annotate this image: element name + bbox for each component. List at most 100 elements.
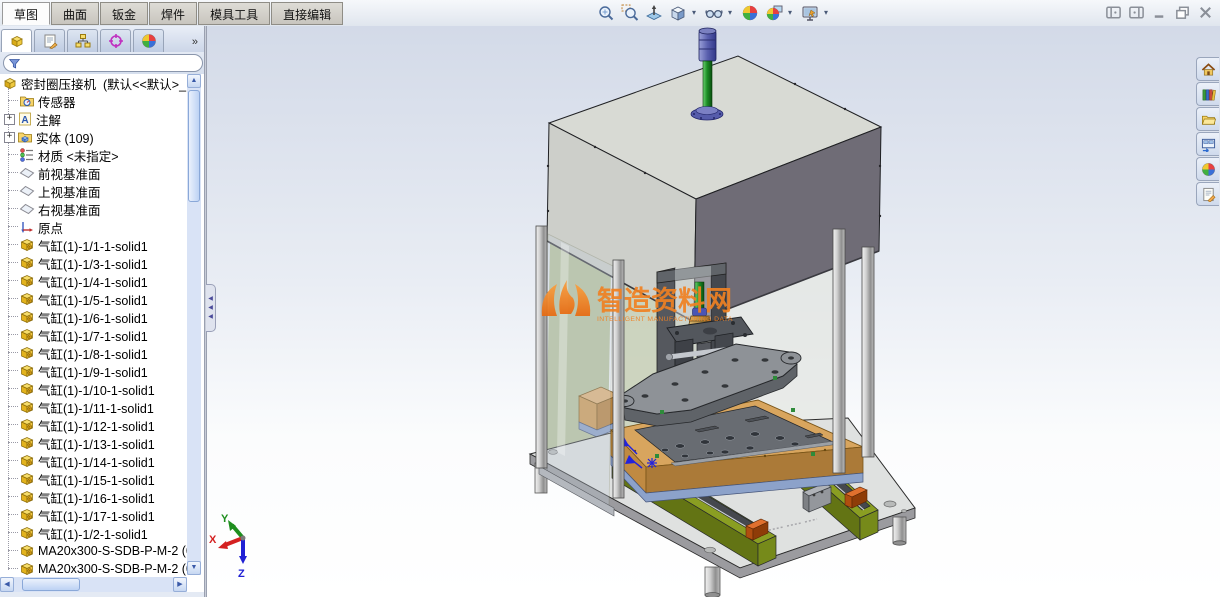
collapse-arrow-icon: ◀	[208, 314, 213, 320]
tree-connector	[8, 388, 18, 390]
minimize-icon[interactable]	[1151, 4, 1168, 21]
heads-up-view-toolbar: ▾ ▾ ▾ ▾	[596, 2, 832, 24]
tree-item[interactable]: 气缸(1)-1/14-1-solid1	[0, 452, 187, 470]
tree-item-label: 气缸(1)-1/13-1-solid1	[38, 437, 155, 452]
root-config-suffix: (默认<<默认>_	[103, 77, 187, 92]
horizontal-scroll-thumb[interactable]	[22, 578, 80, 591]
filter-input[interactable]	[3, 54, 203, 72]
tree-item[interactable]: 气缸(1)-1/15-1-solid1	[0, 470, 187, 488]
panel-tab-dimxpert[interactable]	[100, 29, 131, 52]
tree-connector	[8, 550, 18, 552]
expand-toggle-icon[interactable]: +	[4, 131, 15, 143]
dropdown-caret-icon[interactable]: ▾	[728, 3, 736, 23]
tree-item[interactable]: 气缸(1)-1/8-1-solid1	[0, 344, 187, 362]
watermark-subtitle: INTELLIGENT MANUFACTURING DATA	[597, 316, 733, 323]
tree-item[interactable]: 气缸(1)-1/16-1-solid1	[0, 488, 187, 506]
command-tab[interactable]: 曲面	[51, 2, 100, 25]
command-tab[interactable]: 直接编辑	[271, 2, 344, 25]
plane-icon	[19, 165, 35, 181]
zoom-area-icon[interactable]	[620, 3, 640, 23]
view-orientation-icon[interactable]	[668, 3, 688, 23]
vertical-scroll-thumb[interactable]	[188, 90, 200, 202]
tree-item[interactable]: 材质 <未指定>	[0, 146, 187, 164]
collapse-right-icon[interactable]	[1128, 4, 1145, 21]
section-view-icon[interactable]	[644, 3, 664, 23]
dropdown-caret-icon[interactable]: ▾	[824, 3, 832, 23]
tree-item[interactable]: 气缸(1)-1/7-1-solid1	[0, 326, 187, 344]
tree-item[interactable]: 原点	[0, 218, 187, 236]
dropdown-caret-icon[interactable]: ▾	[788, 3, 796, 23]
task-pane-tab-custom-properties[interactable]	[1196, 182, 1219, 206]
tree-item-label: 气缸(1)-1/14-1-solid1	[38, 455, 155, 470]
view-settings-icon[interactable]	[800, 3, 820, 23]
close-icon[interactable]	[1197, 4, 1214, 21]
dropdown-caret-icon[interactable]: ▾	[692, 3, 700, 23]
tree-item[interactable]: 右视基准面	[0, 200, 187, 218]
panel-collapse-handle[interactable]: ◀ ◀ ◀	[206, 284, 216, 332]
panel-tab-display-manager[interactable]	[133, 29, 164, 52]
task-pane-tab-file-explorer[interactable]	[1196, 107, 1219, 131]
svg-text:A: A	[21, 115, 28, 126]
solid-icon	[19, 399, 35, 415]
task-pane-tab-view-palette[interactable]	[1196, 132, 1219, 156]
restore-icon[interactable]	[1174, 4, 1191, 21]
viewport-3d[interactable]: 智造资料网 INTELLIGENT MANUFACTURING DATA Y X…	[205, 26, 1220, 597]
scroll-up-button[interactable]: ▲	[187, 74, 201, 88]
tree-item[interactable]: 气缸(1)-1/4-1-solid1	[0, 272, 187, 290]
tree-item-label: MA20x300-S-SDB-P-M-2 (0)	[38, 544, 187, 558]
edit-appearance-icon[interactable]	[740, 3, 760, 23]
tree-item[interactable]: 气缸(1)-1/2-1-solid1	[0, 524, 187, 542]
expand-toggle-icon[interactable]: +	[4, 113, 15, 125]
annotations-icon: A	[17, 111, 33, 127]
tree-item[interactable]: 气缸(1)-1/12-1-solid1	[0, 416, 187, 434]
command-tab[interactable]: 模具工具	[198, 2, 271, 25]
tree-item[interactable]: 气缸(1)-1/9-1-solid1	[0, 362, 187, 380]
task-pane-tab-home[interactable]	[1196, 57, 1219, 81]
tree-item[interactable]: MA20x300-S-SDB-P-M-2 (0)	[0, 560, 187, 578]
tree-item[interactable]: 气缸(1)-1/3-1-solid1	[0, 254, 187, 272]
tree-item[interactable]: 气缸(1)-1/17-1-solid1	[0, 506, 187, 524]
command-tab[interactable]: 焊件	[149, 2, 198, 25]
panel-tab-property-manager[interactable]	[34, 29, 65, 52]
tree-item[interactable]: 气缸(1)-1/11-1-solid1	[0, 398, 187, 416]
panel-tab-configuration-manager[interactable]	[67, 29, 98, 52]
filter-icon	[8, 58, 21, 68]
command-tab[interactable]: 钣金	[100, 2, 149, 25]
tree-connector	[8, 190, 18, 192]
zoom-fit-icon[interactable]	[596, 3, 616, 23]
task-pane-tab-appearances[interactable]	[1196, 157, 1219, 181]
scroll-left-button[interactable]: ◀	[0, 577, 14, 592]
task-pane-tab-design-library[interactable]	[1196, 82, 1219, 106]
filter-row	[0, 52, 204, 74]
tree-vertical-scrollbar[interactable]: ▲ ▼	[187, 74, 201, 575]
scroll-down-button[interactable]: ▼	[187, 561, 201, 575]
tree-item[interactable]: 气缸(1)-1/6-1-solid1	[0, 308, 187, 326]
command-tab[interactable]: 草图	[2, 2, 51, 25]
solid-icon	[19, 327, 35, 343]
tree-item[interactable]: 前视基准面	[0, 164, 187, 182]
panel-tabs-overflow-button[interactable]: »	[192, 36, 198, 52]
apply-scene-icon[interactable]	[764, 3, 784, 23]
tree-item[interactable]: + A 注解	[0, 110, 187, 128]
solid-icon	[19, 309, 35, 325]
panel-tab-feature-manager[interactable]	[1, 29, 32, 52]
hide-show-items-icon[interactable]	[704, 3, 724, 23]
collapse-left-icon[interactable]	[1105, 4, 1122, 21]
tree-item[interactable]: 气缸(1)-1/10-1-solid1	[0, 380, 187, 398]
glass-panel-left	[538, 233, 615, 517]
tree-root-item[interactable]: 密封圈压接机 (默认<<默认>_	[0, 74, 187, 92]
tree-item[interactable]: 气缸(1)-1/5-1-solid1	[0, 290, 187, 308]
tree-item[interactable]: 气缸(1)-1/1-1-solid1	[0, 236, 187, 254]
tree-connector	[8, 244, 18, 246]
task-pane-tab-bar	[1196, 57, 1220, 207]
watermark-title: 智造资料网	[597, 286, 732, 316]
tree-item[interactable]: 上视基准面	[0, 182, 187, 200]
plane-icon	[19, 201, 35, 217]
tree-item[interactable]: 气缸(1)-1/13-1-solid1	[0, 434, 187, 452]
tree-item[interactable]: 传感器	[0, 92, 187, 110]
tree-item[interactable]: + 实体 (109)	[0, 128, 187, 146]
scroll-right-button[interactable]: ▶	[173, 577, 187, 592]
tree-horizontal-scrollbar[interactable]: ◀ ▶	[0, 577, 187, 592]
tree-item[interactable]: MA20x300-S-SDB-P-M-2 (0)	[0, 542, 187, 560]
tree-item-label: 气缸(1)-1/9-1-solid1	[38, 365, 148, 380]
